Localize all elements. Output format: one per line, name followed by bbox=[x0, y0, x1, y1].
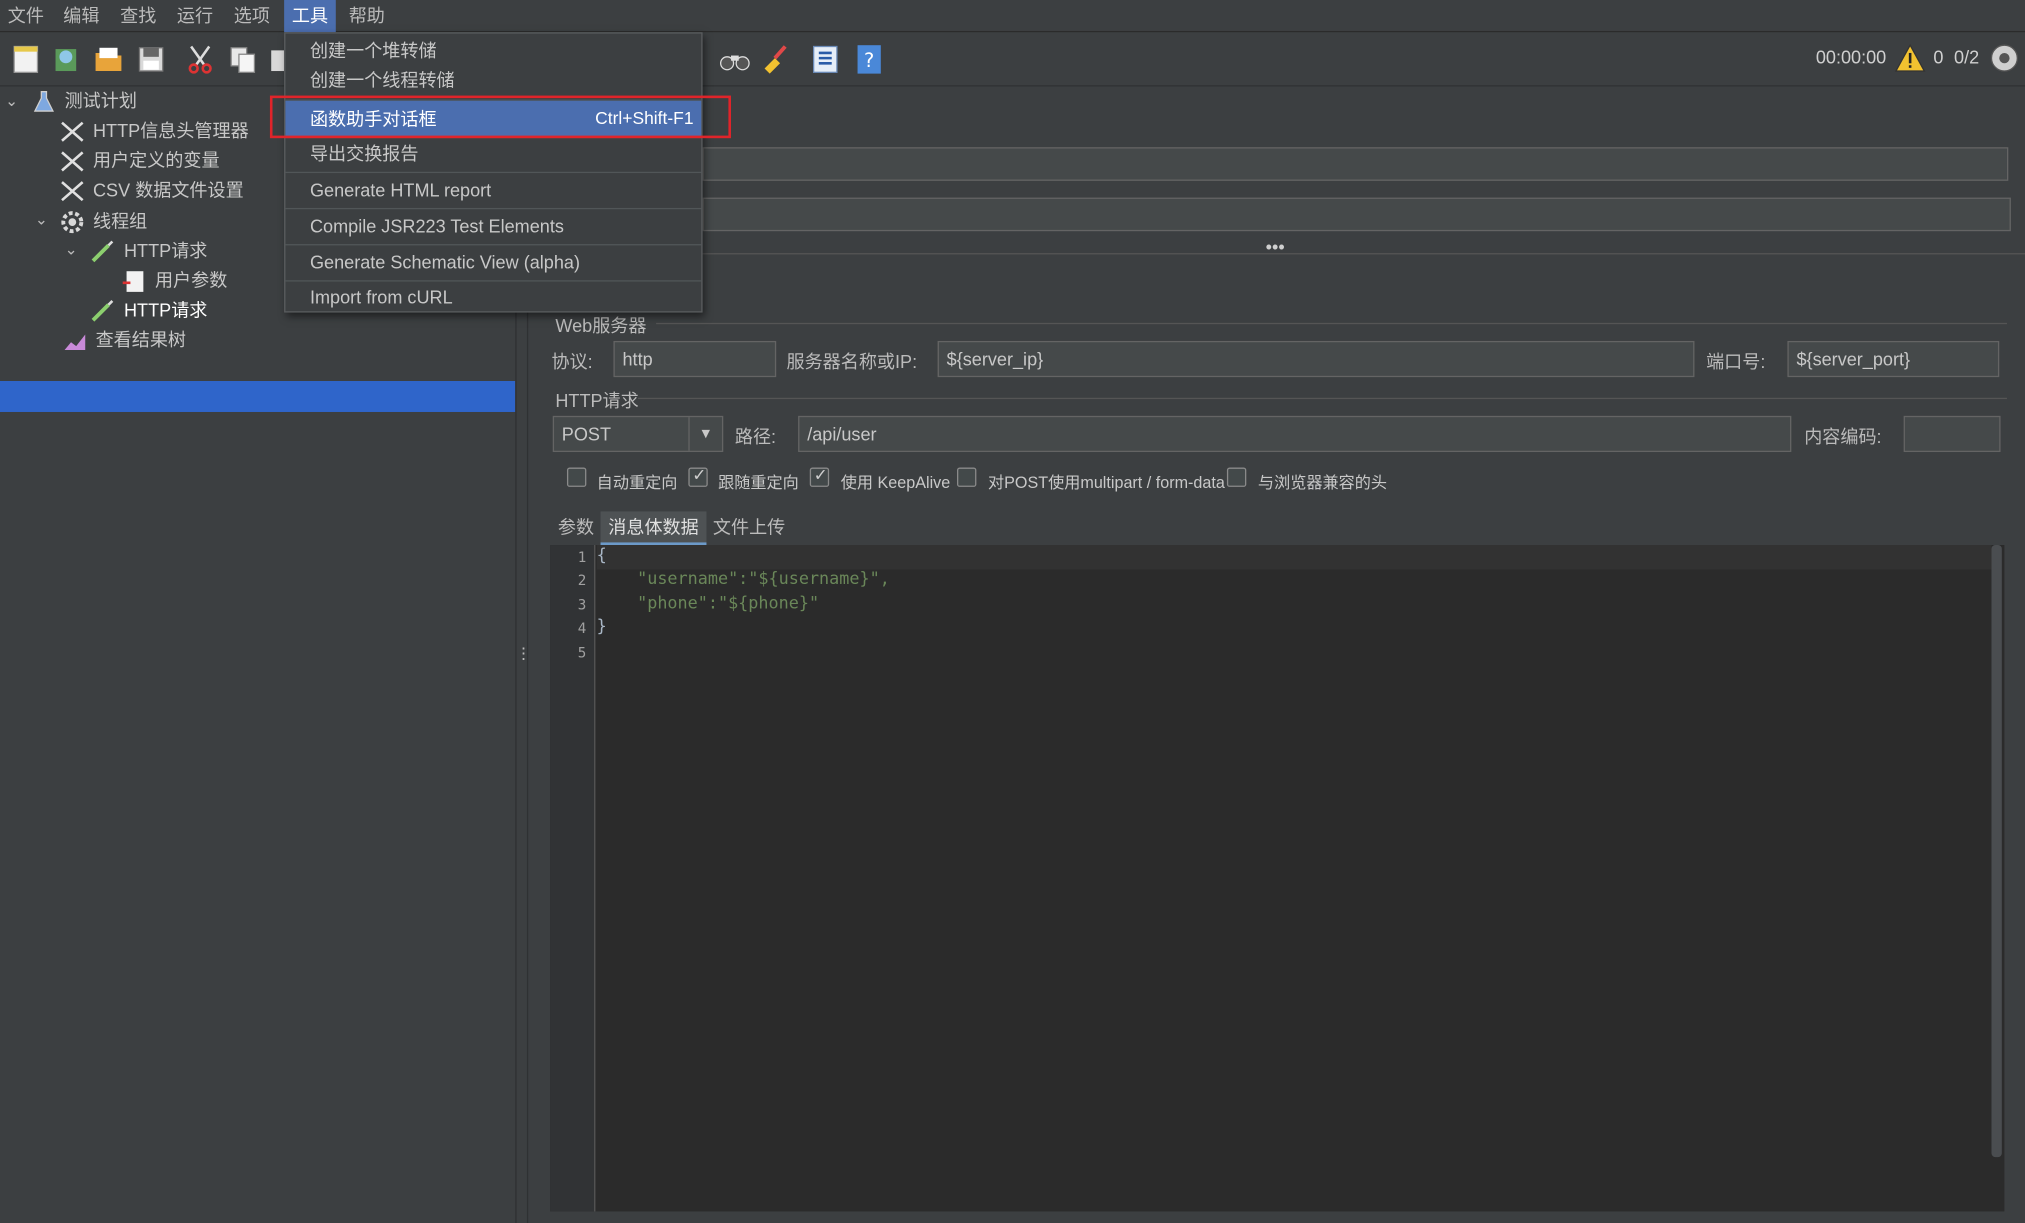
menu-tools[interactable]: 工具 bbox=[284, 0, 336, 33]
cut-icon[interactable] bbox=[183, 43, 217, 77]
elapsed-timer: 00:00:00 bbox=[1815, 46, 1887, 68]
browser-headers-checkbox[interactable] bbox=[1226, 467, 1247, 487]
pipette-icon bbox=[91, 240, 114, 263]
port-input[interactable]: ${server_port} bbox=[1787, 340, 2000, 378]
function-list-icon[interactable] bbox=[808, 43, 842, 77]
encoding-input[interactable] bbox=[1903, 415, 2001, 453]
follow-redirect-label: 跟随重定向 bbox=[718, 473, 799, 493]
editor-scrollbar[interactable] bbox=[1991, 545, 2002, 1158]
http-request-divider bbox=[638, 397, 2007, 400]
copy-icon[interactable] bbox=[226, 43, 260, 77]
jmeter-window: 文件 编辑 查找 运行 选项 工具 帮助 ? 00:00:00 0 0/2 ⌄ … bbox=[0, 0, 2025, 1223]
wrench-icon bbox=[61, 181, 84, 202]
path-input[interactable]: /api/user bbox=[798, 415, 1792, 453]
code-line: "username":"${username}", bbox=[596, 569, 890, 589]
save-icon[interactable] bbox=[134, 43, 168, 77]
menu-options[interactable]: 选项 bbox=[226, 0, 278, 32]
protocol-input[interactable]: http bbox=[613, 340, 777, 378]
open-folder-icon[interactable] bbox=[92, 43, 126, 77]
protocol-label: 协议: bbox=[551, 351, 593, 372]
tab-parameters[interactable]: 参数 bbox=[550, 511, 602, 545]
tab-file-upload[interactable]: 文件上传 bbox=[705, 511, 793, 545]
line-number: 3 bbox=[577, 596, 587, 614]
binoculars-icon[interactable] bbox=[718, 43, 752, 77]
menu-bar: 文件 编辑 查找 运行 选项 工具 帮助 bbox=[0, 0, 2025, 33]
templates-icon[interactable] bbox=[49, 43, 83, 77]
menu-run[interactable]: 运行 bbox=[169, 0, 221, 32]
menu-item-html-report[interactable]: Generate HTML report bbox=[285, 172, 701, 208]
menu-item-export-report[interactable]: 导出交换报告 bbox=[285, 136, 701, 172]
menu-edit[interactable]: 编辑 bbox=[56, 0, 108, 32]
menu-item-function-helper[interactable]: 函数助手对话框 Ctrl+Shift-F1 bbox=[285, 100, 702, 137]
code-line: { bbox=[596, 546, 607, 566]
gear-icon bbox=[61, 211, 84, 234]
method-value: POST bbox=[561, 423, 612, 445]
tree-selection-highlight bbox=[0, 380, 516, 412]
active-threads: 0/2 bbox=[1954, 46, 1980, 68]
expand-caret-icon[interactable]: ⌄ bbox=[65, 240, 78, 258]
clear-broom-icon[interactable] bbox=[759, 43, 793, 77]
encoding-label: 内容编码: bbox=[1804, 426, 1882, 447]
web-server-title: Web服务器 bbox=[555, 315, 647, 336]
multipart-label: 对POST使用multipart / form-data bbox=[987, 473, 1225, 493]
server-input[interactable]: ${server_ip} bbox=[937, 340, 1695, 378]
divider bbox=[529, 253, 2025, 255]
line-number: 5 bbox=[577, 644, 587, 662]
svg-text:?: ? bbox=[864, 49, 874, 72]
wrench-icon bbox=[61, 121, 84, 142]
chart-icon bbox=[64, 334, 86, 350]
keepalive-checkbox[interactable] bbox=[809, 465, 830, 487]
pipette-icon bbox=[91, 300, 114, 322]
function-helper-label: 函数助手对话框 bbox=[309, 108, 437, 130]
line-gutter: 1 2 3 4 5 bbox=[550, 545, 596, 1212]
server-label: 服务器名称或IP: bbox=[786, 351, 918, 372]
browser-headers-label: 与浏览器兼容的头 bbox=[1257, 473, 1388, 493]
path-label: 路径: bbox=[734, 426, 777, 447]
flask-icon bbox=[33, 91, 54, 112]
comments-field[interactable] bbox=[702, 197, 2011, 232]
menu-item-import-curl[interactable]: Import from cURL bbox=[285, 279, 701, 315]
web-server-divider bbox=[656, 322, 2007, 325]
menu-item-compile-jsr223[interactable]: Compile JSR223 Test Elements bbox=[285, 208, 701, 244]
multipart-checkbox[interactable] bbox=[957, 467, 977, 487]
select-divider bbox=[688, 417, 690, 451]
splitter-grip-icon: · · · bbox=[520, 636, 527, 668]
body-editor[interactable]: 1 2 3 4 5 { "username":"${username}", "p… bbox=[550, 545, 2005, 1212]
method-select[interactable]: POST ▼ bbox=[552, 415, 724, 453]
warning-count: 0 bbox=[1933, 46, 1944, 68]
code-line: } bbox=[596, 617, 607, 637]
menu-search[interactable]: 查找 bbox=[112, 0, 164, 32]
document-icon bbox=[122, 271, 144, 292]
paste-icon[interactable] bbox=[269, 43, 285, 77]
menu-item-heap-dump[interactable]: 创建一个堆转储 bbox=[285, 34, 701, 65]
auto-redirect-label: 自动重定向 bbox=[596, 473, 678, 493]
current-line-highlight bbox=[596, 545, 1992, 570]
chevron-down-icon: ▼ bbox=[698, 426, 713, 442]
expand-caret-icon[interactable]: ⌄ bbox=[35, 211, 48, 229]
menu-help[interactable]: 帮助 bbox=[341, 0, 393, 32]
name-field[interactable] bbox=[702, 147, 2009, 181]
follow-redirect-checkbox[interactable] bbox=[688, 465, 708, 487]
port-label: 端口号: bbox=[1706, 351, 1766, 372]
line-number: 2 bbox=[577, 572, 587, 589]
warning-icon[interactable] bbox=[1894, 43, 1926, 72]
wrench-icon bbox=[61, 151, 84, 172]
menu-file[interactable]: 文件 bbox=[0, 0, 52, 32]
function-helper-shortcut: Ctrl+Shift-F1 bbox=[595, 108, 694, 128]
menu-item-schematic-view[interactable]: Generate Schematic View (alpha) bbox=[285, 244, 701, 280]
auto-redirect-checkbox[interactable] bbox=[566, 467, 587, 487]
help-icon[interactable]: ? bbox=[852, 43, 886, 77]
http-request-title: HTTP请求 bbox=[555, 390, 639, 411]
new-file-icon[interactable] bbox=[9, 43, 43, 77]
code-line: "phone":"${phone}" bbox=[596, 594, 820, 614]
keepalive-label: 使用 KeepAlive bbox=[840, 473, 951, 493]
menu-item-thread-dump[interactable]: 创建一个线程转储 bbox=[285, 65, 701, 99]
expand-caret-icon[interactable]: ⌄ bbox=[5, 92, 18, 110]
line-number: 1 bbox=[577, 548, 587, 566]
remote-start-icon[interactable] bbox=[1989, 43, 2020, 74]
line-number: 4 bbox=[577, 619, 587, 637]
tools-menu: 创建一个堆转储 创建一个线程转储 函数助手对话框 Ctrl+Shift-F1 导… bbox=[284, 32, 703, 315]
tab-body-data[interactable]: 消息体数据 bbox=[600, 511, 707, 546]
